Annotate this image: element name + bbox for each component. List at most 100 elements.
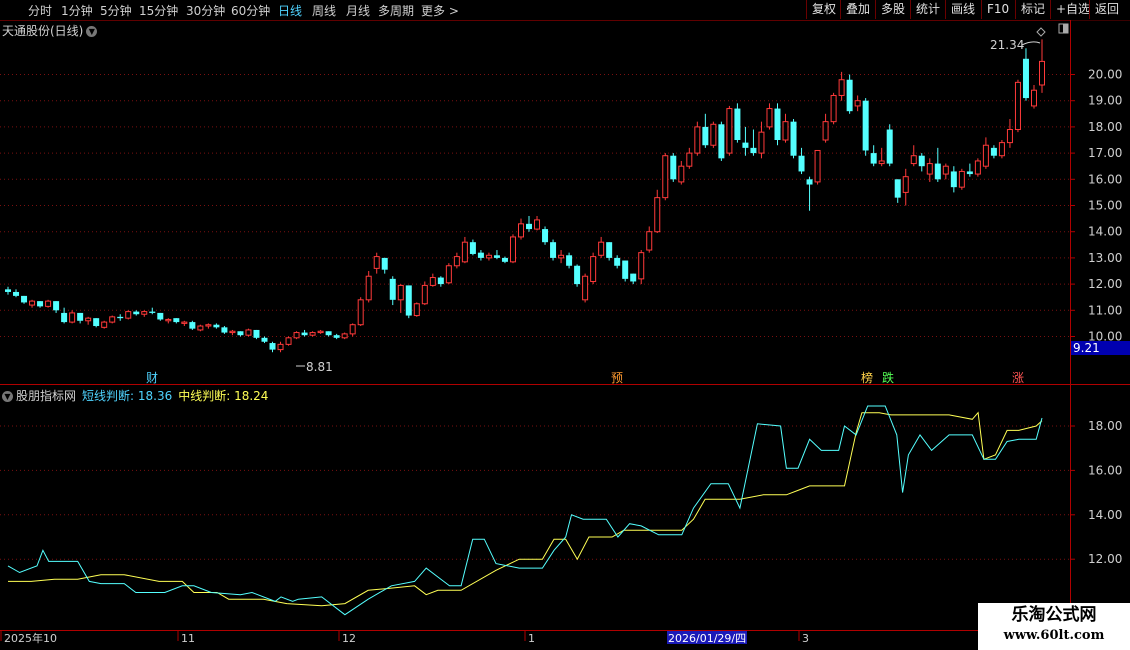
candle-body-up xyxy=(197,325,204,331)
crosshair-date-label: 2026/01/29/四 xyxy=(668,632,746,645)
candle-body-down xyxy=(614,257,621,266)
low-price-label: 8.81 xyxy=(306,360,333,374)
candle-body-up xyxy=(726,108,733,154)
candle-body-down xyxy=(798,155,805,172)
candle-body-down xyxy=(189,322,196,329)
candle-body-up xyxy=(710,123,717,146)
watermark-title: 乐淘公式网 xyxy=(1011,605,1097,625)
candle-body-up xyxy=(309,332,316,336)
candle-body-down xyxy=(157,312,164,320)
candle-body-down xyxy=(862,100,869,151)
candle-body-down xyxy=(542,229,549,243)
candle-body-down xyxy=(790,121,797,156)
candle-body-up xyxy=(461,241,468,263)
candle-body-down xyxy=(269,343,276,350)
candle-body-up xyxy=(598,241,605,256)
candle-body-down xyxy=(1022,58,1029,99)
high-pointer-arrow xyxy=(1021,41,1041,46)
candle-body-up xyxy=(686,152,693,167)
candle-body-up xyxy=(285,337,292,345)
watermark-url: www.60lt.com xyxy=(1003,628,1105,643)
candle-body-down xyxy=(918,155,925,167)
candle-body-down xyxy=(5,289,11,292)
candle-body-down xyxy=(77,312,84,321)
candle-body-down xyxy=(702,126,709,146)
candle-body-up xyxy=(205,324,212,327)
price-tick-label: 18.00 xyxy=(1088,120,1122,134)
candle-body-down xyxy=(493,255,500,258)
candle-body-down xyxy=(806,179,813,185)
candle-body-up xyxy=(349,324,356,335)
candle-body-up xyxy=(878,160,885,165)
candle-body-up xyxy=(822,121,829,141)
candle-body-up xyxy=(517,223,524,238)
candle-body-up xyxy=(646,231,653,251)
date-label: 3 xyxy=(802,632,809,645)
candle-body-down xyxy=(526,223,533,230)
candle-body-up xyxy=(429,277,436,286)
price-tick-label: 12.00 xyxy=(1088,277,1122,291)
high-marker-icon xyxy=(1036,27,1046,37)
candle-body-down xyxy=(333,335,340,338)
candle-body-down xyxy=(750,147,757,154)
event-marker-1: 预 xyxy=(611,371,623,385)
candle-body-up xyxy=(926,163,933,175)
candle-body-down xyxy=(405,285,412,316)
date-label: 12 xyxy=(342,632,356,645)
candle-body-up xyxy=(109,316,116,323)
date-label: 1 xyxy=(528,632,535,645)
candle-body-down xyxy=(53,301,60,311)
candle-body-down xyxy=(846,79,853,112)
candle-body-down xyxy=(934,163,941,180)
candle-body-down xyxy=(734,108,741,140)
candle-body-up xyxy=(582,275,589,301)
candle-body-up xyxy=(453,256,460,267)
kline-chart[interactable]: 20.00 19.00 18.00 17.00 16.00 15.00 14.00 13.00… xyxy=(0,0,1130,650)
event-marker-4: 涨 xyxy=(1012,370,1024,385)
candle-body-up xyxy=(365,275,372,301)
candle-body-down xyxy=(574,265,581,285)
candle-body-up xyxy=(1039,60,1045,86)
candle-body-up xyxy=(782,121,789,141)
candle-body-down xyxy=(325,331,332,336)
price-tick-label: 13.00 xyxy=(1088,251,1122,265)
mid-line-series xyxy=(8,411,1043,607)
candle-body-up xyxy=(814,149,821,183)
candle-body-up xyxy=(654,197,661,233)
candle-body-up xyxy=(662,155,669,199)
short-line-series xyxy=(7,405,1043,616)
candle-body-down xyxy=(261,337,268,342)
date-label: 11 xyxy=(181,632,195,645)
high-price-label: 21.34 xyxy=(990,38,1024,52)
candle-body-up xyxy=(958,170,965,188)
candle-body-down xyxy=(501,257,508,262)
candle-body-down xyxy=(990,147,997,156)
candle-body-up xyxy=(534,219,541,230)
candle-body-down xyxy=(550,242,557,258)
date-label: 2025年10 xyxy=(4,631,57,645)
indicator-tick-label: 14.00 xyxy=(1088,508,1122,522)
candle-body-up xyxy=(413,303,420,317)
candle-body-up xyxy=(181,321,188,324)
candle-body-down xyxy=(13,291,20,296)
candle-body-down xyxy=(950,171,957,188)
candle-body-down xyxy=(253,329,260,338)
candle-body-down xyxy=(477,252,484,258)
event-marker-2: 榜 xyxy=(861,370,873,385)
candle-body-up xyxy=(277,343,284,351)
candle-body-up xyxy=(293,332,300,339)
candle-body-down xyxy=(630,273,637,282)
candle-body-down xyxy=(886,129,893,164)
candle-body-down xyxy=(894,179,901,198)
candle-body-down xyxy=(622,260,629,279)
indicator-tick-label: 18.00 xyxy=(1088,419,1122,433)
candle-body-down xyxy=(774,108,781,140)
candle-body-up xyxy=(125,311,132,319)
candle-body-up xyxy=(1006,129,1013,144)
candle-body-up xyxy=(397,284,404,301)
candle-body-up xyxy=(830,94,837,123)
candle-body-up xyxy=(245,329,252,336)
current-price-label: 9.21 xyxy=(1073,341,1100,355)
candle-body-down xyxy=(133,311,140,315)
candle-body-up xyxy=(590,256,597,282)
